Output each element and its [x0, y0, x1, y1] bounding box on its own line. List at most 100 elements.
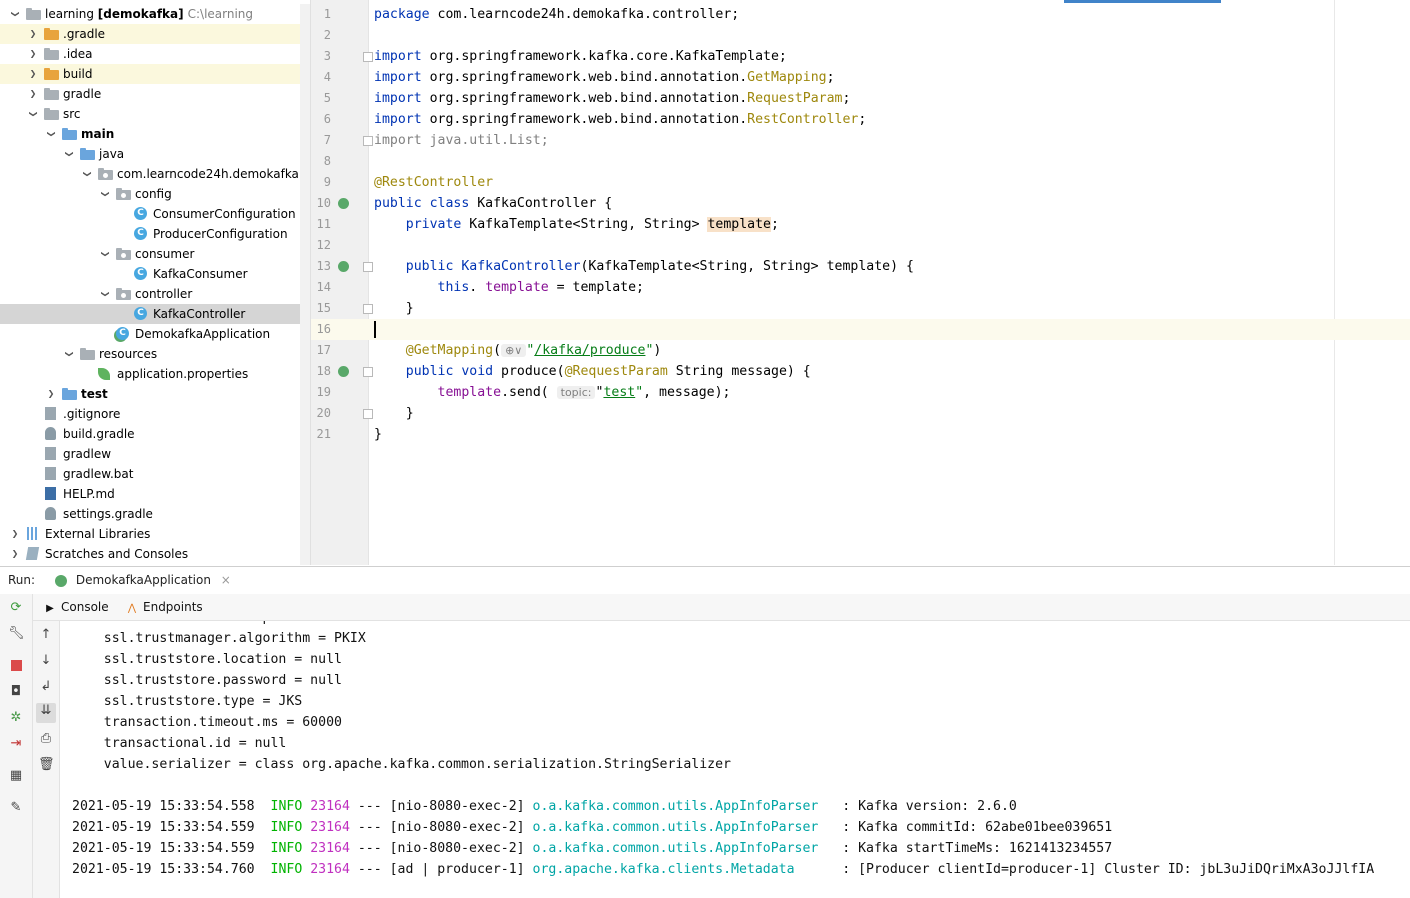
tree-item[interactable]: ❯ src	[0, 104, 300, 124]
chevron-down-icon[interactable]: ❯	[41, 129, 61, 139]
code-line[interactable]: 1 package com.learncode24h.demokafka.cont…	[311, 4, 1410, 25]
tree-item[interactable]: .gitignore	[0, 404, 300, 424]
tab-console[interactable]: ▶ Console	[43, 594, 109, 620]
code-line[interactable]: 17 @GetMapping(⊕∨ "/kafka/produce")	[311, 340, 1410, 361]
code-line[interactable]: 7 import java.util.List;	[311, 130, 1410, 151]
line-number: 14	[316, 280, 331, 294]
tab-endpoints[interactable]: ⋀ Endpoints	[125, 594, 203, 620]
tree-item[interactable]: ❯ gradle	[0, 84, 300, 104]
code-line[interactable]: 16	[311, 319, 1410, 340]
tree-item[interactable]: ❯ resources	[0, 344, 300, 364]
chevron-right-icon[interactable]: ❯	[10, 524, 20, 544]
fold-marker-icon[interactable]	[363, 367, 373, 377]
chevron-right-icon[interactable]: ❯	[28, 44, 38, 64]
code-line[interactable]: 11 private KafkaTemplate<String, String>…	[311, 214, 1410, 235]
tree-item[interactable]: C KafkaConsumer	[0, 264, 300, 284]
code-line[interactable]: 19 template.send( topic: "test", message)…	[311, 382, 1410, 403]
wrench-icon[interactable]: 🔧︎	[8, 626, 25, 642]
code-line[interactable]: 2	[311, 25, 1410, 46]
console-output[interactable]: ssl.secure.random.implementation = null …	[60, 621, 1410, 898]
tree-item[interactable]: C ConsumerConfiguration	[0, 204, 300, 224]
fold-marker-icon[interactable]	[363, 304, 373, 314]
exit-icon[interactable]: ⇥	[8, 736, 24, 752]
soft-wrap-icon[interactable]: ↲	[38, 679, 54, 695]
chevron-right-icon[interactable]: ❯	[28, 24, 38, 44]
scroll-to-end-icon[interactable]: ⇊	[36, 703, 56, 723]
code-line[interactable]: 9 @RestController	[311, 172, 1410, 193]
fold-marker-icon[interactable]	[363, 52, 373, 62]
chevron-down-icon[interactable]: ❯	[23, 109, 43, 119]
chevron-down-icon[interactable]: ❯	[59, 149, 79, 159]
tree-item[interactable]: ❯ consumer	[0, 244, 300, 264]
print-icon[interactable]: ⎙	[38, 731, 54, 747]
log-level: INFO	[270, 820, 311, 835]
tree-item[interactable]: settings.gradle	[0, 504, 300, 524]
trash-icon[interactable]: 🗑︎	[38, 757, 55, 773]
tree-item[interactable]: ❯ main	[0, 124, 300, 144]
tree-item[interactable]: ❯ Scratches and Consoles	[0, 544, 300, 564]
chevron-down-icon[interactable]: ❯	[5, 9, 25, 19]
tree-item[interactable]: ❯ java	[0, 144, 300, 164]
tree-item[interactable]: C ProducerConfiguration	[0, 224, 300, 244]
code-line[interactable]: 12	[311, 235, 1410, 256]
code-editor[interactable]: 1 package com.learncode24h.demokafka.cont…	[310, 0, 1410, 565]
code-line[interactable]: 14 this. template = template;	[311, 277, 1410, 298]
chevron-right-icon[interactable]: ❯	[46, 384, 56, 404]
chevron-down-icon[interactable]: ❯	[95, 249, 115, 259]
tree-item[interactable]: ❯ controller	[0, 284, 300, 304]
spring-bean-gutter-icon[interactable]	[338, 261, 349, 272]
close-tab-icon[interactable]: ×	[221, 573, 231, 587]
code-line[interactable]: 3 import org.springframework.kafka.core.K…	[311, 46, 1410, 67]
line-number: 11	[316, 217, 331, 231]
code-line[interactable]: 18 public void produce(@RequestParam Str…	[311, 361, 1410, 382]
tree-item[interactable]: ❯ External Libraries	[0, 524, 300, 544]
code-line[interactable]: 10 public class KafkaController {	[311, 193, 1410, 214]
tree-item[interactable]: build.gradle	[0, 424, 300, 444]
code-line[interactable]: 21}	[311, 424, 1410, 445]
debug-icon[interactable]: ✲	[8, 710, 24, 726]
code-line[interactable]: 20 }	[311, 403, 1410, 424]
tree-item[interactable]: C KafkaController	[0, 304, 300, 324]
console-icon: ▶	[46, 603, 54, 614]
project-tree-scrollbar[interactable]	[300, 4, 310, 565]
camera-icon[interactable]: ◘	[8, 684, 24, 700]
chevron-down-icon[interactable]: ❯	[95, 289, 115, 299]
layout-icon[interactable]: ▦	[8, 768, 24, 784]
code-line[interactable]: 5 import org.springframework.web.bind.ann…	[311, 88, 1410, 109]
tree-item[interactable]: ❯ .gradle	[0, 24, 300, 44]
tree-item[interactable]: ❯ com.learncode24h.demokafka	[0, 164, 300, 184]
chevron-right-icon[interactable]: ❯	[10, 544, 20, 564]
fold-marker-icon[interactable]	[363, 136, 373, 146]
code-line[interactable]: 8	[311, 151, 1410, 172]
tree-item[interactable]: gradlew	[0, 444, 300, 464]
tree-item[interactable]: ❯ build	[0, 64, 300, 84]
fold-marker-icon[interactable]	[363, 262, 373, 272]
tree-item[interactable]: HELP.md	[0, 484, 300, 504]
run-config-tab[interactable]: DemokafkaApplication ×	[45, 567, 241, 594]
stop-icon[interactable]	[8, 658, 24, 674]
spring-bean-gutter-icon[interactable]	[338, 366, 349, 377]
code-line[interactable]: 6 import org.springframework.web.bind.ann…	[311, 109, 1410, 130]
tree-item[interactable]: application.properties	[0, 364, 300, 384]
up-arrow-icon[interactable]: ↑	[38, 627, 54, 643]
tree-item[interactable]: C DemokafkaApplication	[0, 324, 300, 344]
spring-bean-gutter-icon[interactable]	[338, 198, 349, 209]
pin-icon[interactable]: ✎	[8, 800, 24, 816]
chevron-right-icon[interactable]: ❯	[28, 64, 38, 84]
code-line[interactable]: 15 }	[311, 298, 1410, 319]
down-arrow-icon[interactable]: ↓	[38, 653, 54, 669]
chevron-down-icon[interactable]: ❯	[59, 349, 79, 359]
code-line[interactable]: 13 public KafkaController(KafkaTemplate<…	[311, 256, 1410, 277]
tree-item[interactable]: ❯ test	[0, 384, 300, 404]
chevron-down-icon[interactable]: ❯	[77, 169, 97, 179]
rerun-icon[interactable]: ⟳	[8, 600, 24, 616]
tree-item[interactable]: ❯ config	[0, 184, 300, 204]
fold-marker-icon[interactable]	[363, 409, 373, 419]
tree-item[interactable]: gradlew.bat	[0, 464, 300, 484]
code-line[interactable]: 4 import org.springframework.web.bind.ann…	[311, 67, 1410, 88]
tree-item[interactable]: ❯ .idea	[0, 44, 300, 64]
chevron-down-icon[interactable]: ❯	[95, 189, 115, 199]
chevron-right-icon[interactable]: ❯	[28, 84, 38, 104]
line-number: 15	[316, 301, 331, 315]
tree-item[interactable]: ❯ learning [demokafka] C:\learning	[0, 4, 300, 24]
